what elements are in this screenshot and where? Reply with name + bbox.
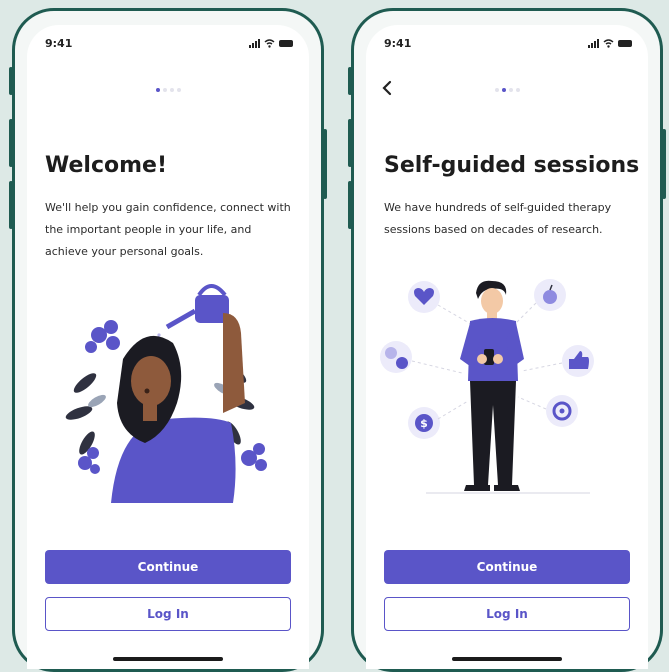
continue-button[interactable]: Continue — [45, 550, 291, 584]
screen: 9:41 Welcome! We'll help you gain confid… — [27, 25, 309, 669]
battery-icon — [618, 40, 632, 47]
man-with-phone-illustration: $ — [380, 279, 594, 494]
page-dot — [162, 88, 167, 92]
signal-icon — [588, 39, 599, 48]
side-button — [323, 129, 327, 199]
page-description: We'll help you gain confidence, connect … — [45, 201, 291, 258]
login-button[interactable]: Log In — [384, 597, 630, 631]
status-time: 9:41 — [384, 37, 412, 50]
signal-icon — [249, 39, 260, 48]
screen: 9:41 Self-guided sessions We have hundre… — [366, 25, 648, 669]
home-indicator — [113, 657, 223, 661]
side-button — [348, 119, 352, 167]
side-button — [348, 181, 352, 229]
battery-icon — [279, 40, 293, 47]
phone-welcome: 9:41 Welcome! We'll help you gain confid… — [9, 8, 327, 672]
target-icon — [546, 395, 578, 427]
page-dot — [155, 88, 160, 92]
apple-icon — [534, 279, 566, 311]
page-dot — [508, 88, 513, 92]
page-dot — [515, 88, 520, 92]
login-button[interactable]: Log In — [45, 597, 291, 631]
page-indicator — [27, 88, 309, 92]
page-dot — [501, 88, 506, 92]
side-button — [9, 119, 13, 167]
side-button — [662, 129, 666, 199]
page-dot — [494, 88, 499, 92]
emoji-icon — [380, 341, 412, 373]
thumbs-up-icon — [562, 345, 594, 377]
side-button — [9, 67, 13, 95]
page-title: Self-guided sessions — [384, 153, 640, 178]
status-time: 9:41 — [45, 37, 73, 50]
page-indicator — [366, 88, 648, 92]
page-dot — [169, 88, 174, 92]
page-dot — [176, 88, 181, 92]
wifi-icon — [264, 39, 275, 48]
home-indicator — [452, 657, 562, 661]
phone-self-guided-sessions: 9:41 Self-guided sessions We have hundre… — [348, 8, 666, 672]
side-button — [348, 67, 352, 95]
heart-icon — [408, 281, 440, 313]
watering-plants-illustration — [65, 284, 267, 503]
wifi-icon — [603, 39, 614, 48]
page-description: We have hundreds of self-guided therapy … — [384, 201, 612, 236]
page-title: Welcome! — [45, 153, 167, 178]
status-bar: 9:41 — [43, 37, 293, 53]
svg-text:$: $ — [420, 417, 428, 430]
side-button — [9, 181, 13, 229]
dollar-icon: $ — [408, 407, 440, 439]
status-bar: 9:41 — [382, 37, 632, 53]
continue-button[interactable]: Continue — [384, 550, 630, 584]
